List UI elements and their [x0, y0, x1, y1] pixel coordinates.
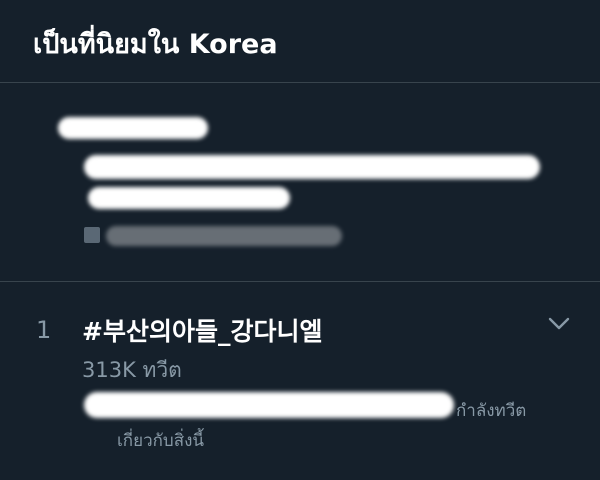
trend-tweet-count: 313K ทวีต — [82, 358, 182, 382]
trend-rank: 1 — [36, 316, 52, 344]
trend-context-tail: กำลังทวีต — [456, 401, 527, 421]
redacted-news-source — [106, 226, 342, 246]
trend-hashtag[interactable]: #부산의아들_강다니엘 — [82, 312, 322, 348]
news-source-icon — [84, 227, 100, 243]
page-title: เป็นที่นิยมใน Korea — [33, 29, 278, 60]
redacted-news-headline-1 — [84, 155, 540, 179]
trends-header: เป็นที่นิยมใน Korea — [0, 0, 600, 83]
trend-context-line2: เกี่ยวกับสิ่งนี้ — [117, 431, 204, 451]
redacted-trend-context — [84, 392, 454, 418]
redacted-news-headline-2 — [88, 187, 290, 209]
redacted-news-category — [58, 117, 208, 139]
news-card[interactable] — [0, 83, 600, 282]
trend-item[interactable]: 1 #부산의아들_강다니엘 313K ทวีต กำลังทวีต เกี่ยว… — [0, 282, 600, 480]
chevron-down-icon[interactable] — [548, 316, 570, 332]
